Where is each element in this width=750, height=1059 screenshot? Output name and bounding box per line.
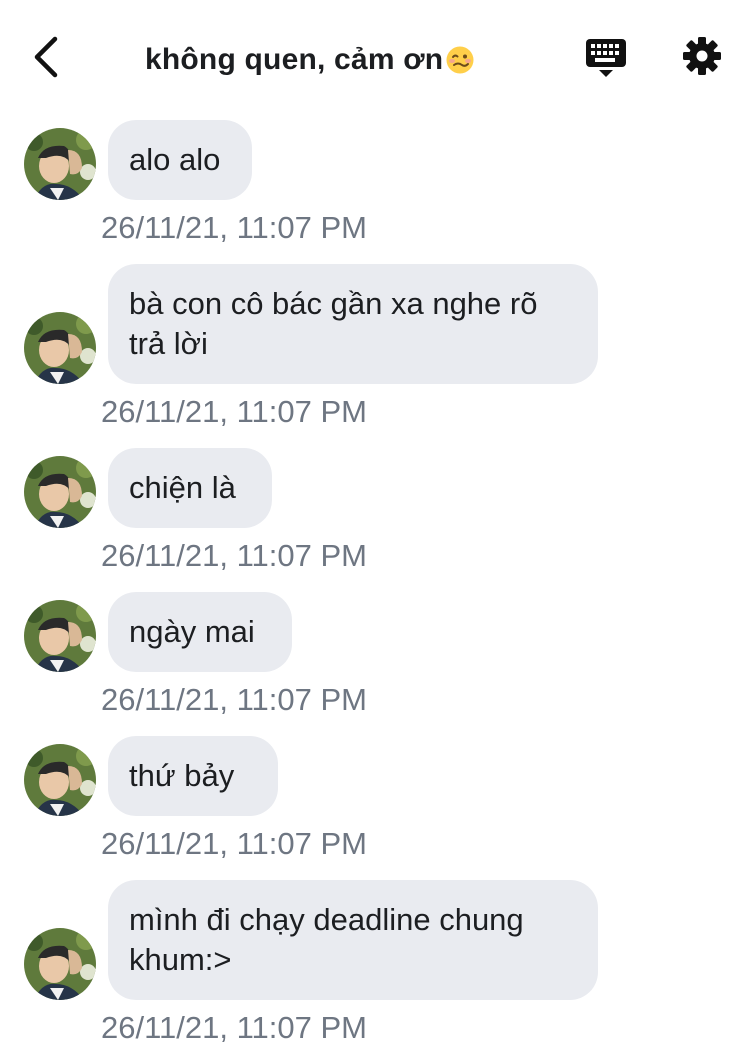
message-text: thứ bảy [129, 758, 235, 793]
message-timestamp: 26/11/21, 11:07 PM [101, 538, 367, 573]
message-timestamp: 26/11/21, 11:07 PM [101, 394, 367, 429]
message-bubble[interactable]: thứ bảy [108, 736, 278, 816]
avatar-photo [24, 312, 96, 384]
sender-avatar[interactable] [24, 928, 96, 1000]
sender-avatar[interactable] [24, 600, 96, 672]
message-bubble[interactable]: bà con cô bác gần xa nghe rõ trả lời [108, 264, 598, 384]
message-bubble[interactable]: chiện là [108, 448, 272, 528]
message-text: ngày mai [129, 614, 255, 649]
message-bubble[interactable]: alo alo [108, 120, 252, 200]
message-text: bà con cô bác gần xa nghe rõ trả lời [129, 286, 538, 361]
sender-avatar[interactable] [24, 744, 96, 816]
message-list[interactable]: alo alo 26/11/21, 11:07 PM bà con cô bác… [0, 0, 750, 1059]
message-text: chiện là [129, 470, 236, 505]
sender-avatar[interactable] [24, 456, 96, 528]
message-text: mình đi chạy deadline chung khum:> [129, 902, 524, 977]
message-timestamp: 26/11/21, 11:07 PM [101, 826, 367, 861]
avatar-photo [24, 456, 96, 528]
avatar-photo [24, 744, 96, 816]
avatar-photo [24, 600, 96, 672]
avatar-photo [24, 928, 96, 1000]
message-timestamp: 26/11/21, 11:07 PM [101, 682, 367, 717]
sender-avatar[interactable] [24, 312, 96, 384]
message-bubble[interactable]: mình đi chạy deadline chung khum:> [108, 880, 598, 1000]
avatar-photo [24, 128, 96, 200]
message-bubble[interactable]: ngày mai [108, 592, 292, 672]
message-text: alo alo [129, 142, 221, 177]
message-timestamp: 26/11/21, 11:07 PM [101, 210, 367, 245]
sender-avatar[interactable] [24, 128, 96, 200]
message-timestamp: 26/11/21, 11:07 PM [101, 1010, 367, 1045]
